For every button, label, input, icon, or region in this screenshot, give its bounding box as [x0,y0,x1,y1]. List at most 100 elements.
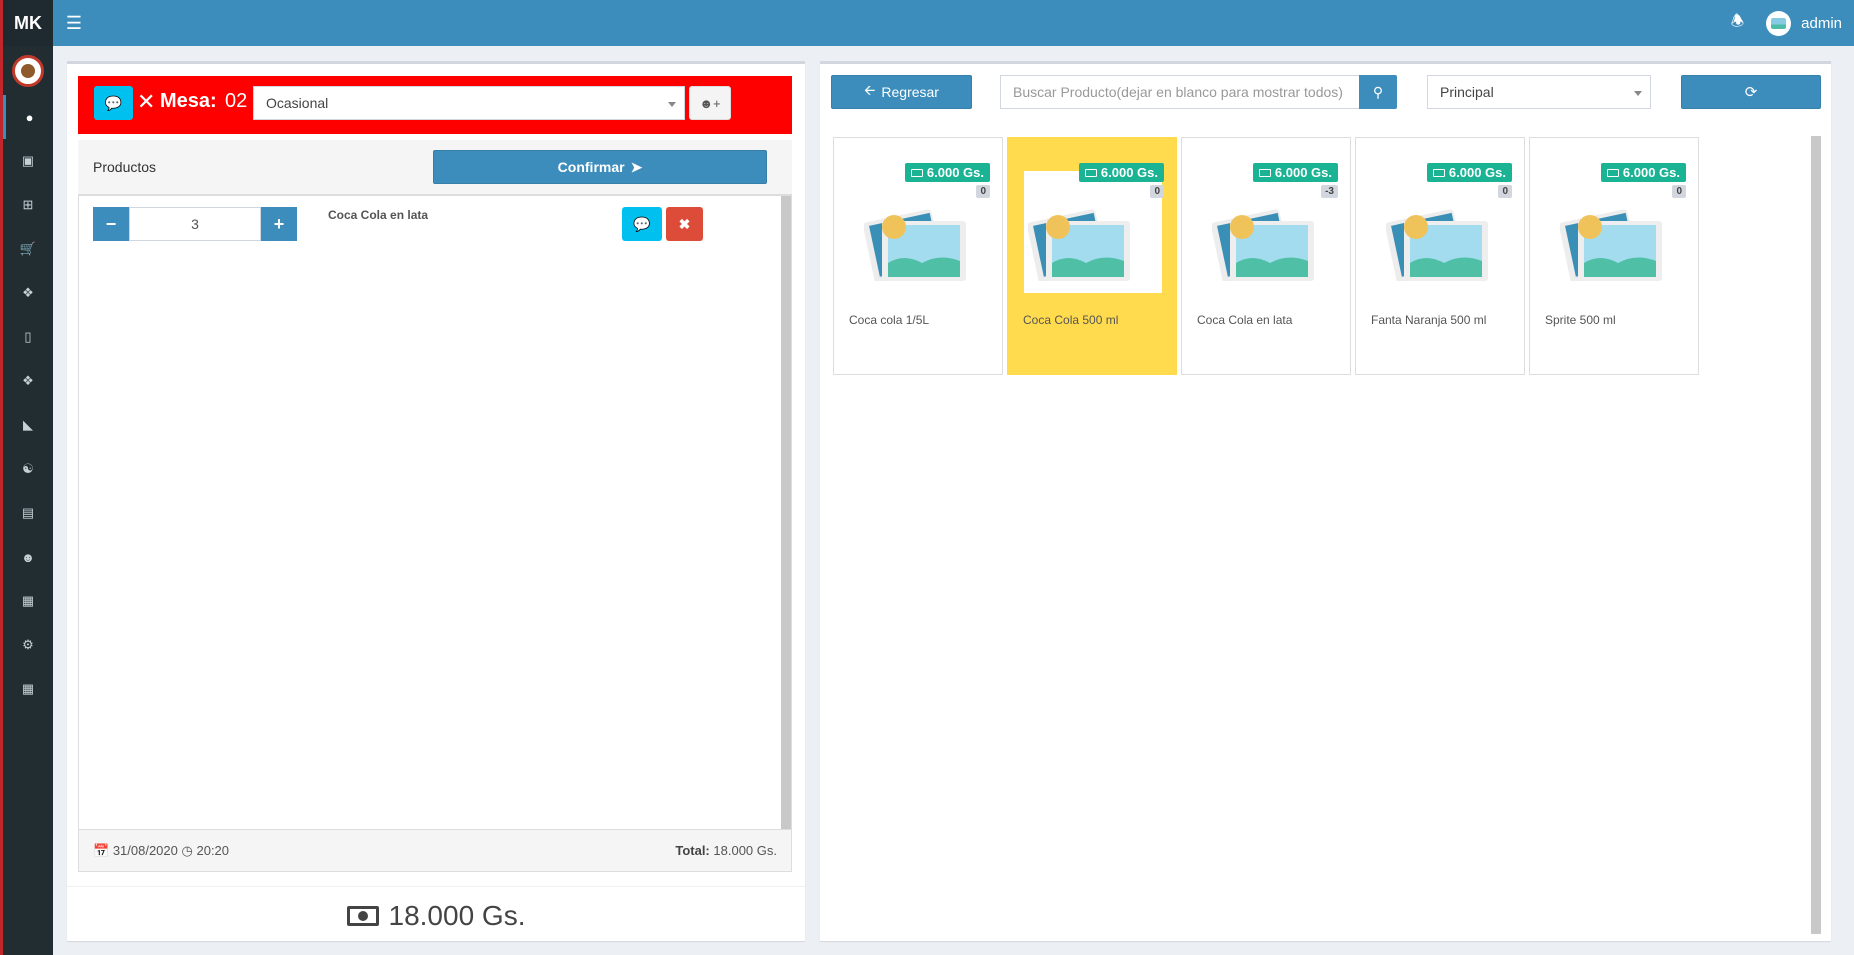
cogs-icon: ⚙ [22,637,34,652]
confirm-button[interactable]: Confirmar ➤ [433,150,767,184]
image-placeholder-icon [1386,209,1488,281]
sidebar-item-products[interactable]: ❖ [3,271,53,315]
sidebar-item-cash[interactable]: ▣ [3,139,53,183]
sidebar-item-company[interactable]: ▦ [3,579,53,623]
search-button[interactable]: ⚲ [1359,75,1397,109]
item-note-button[interactable]: 💬 [622,207,662,241]
category-select[interactable]: Principal [1427,75,1651,109]
bell-icon[interactable]: 🕭 [1731,11,1744,36]
back-button[interactable]: 🡨 Regresar [831,75,972,109]
calendar-icon: 📅 [93,843,110,858]
refresh-button[interactable]: ⟳ [1681,75,1821,109]
avatar [1766,10,1792,36]
image-placeholder-icon [1560,209,1662,281]
product-card[interactable]: 6.000 Gs. 0 Sprite 500 ml [1529,137,1699,375]
sidebar-item-stock[interactable]: ❖ [3,359,53,403]
chevron-down-icon [668,102,676,107]
product-name: Coca Cola en lata [1197,313,1293,327]
mesa-bar: 💬 ✕ Mesa: 02 Ocasional ☻+ [78,76,792,134]
stock-badge: -3 [1321,185,1338,198]
product-name: Sprite 500 ml [1545,313,1616,327]
sidebar-item-tables[interactable]: ▦ [3,667,53,711]
cart-icon: 🛒 [19,241,37,256]
product-card[interactable]: 6.000 Gs. 0 Coca cola 1/5L [833,137,1003,375]
image-placeholder-icon [1028,209,1130,281]
product-card-selected[interactable]: 6.000 Gs. 0 Coca Cola 500 ml [1007,137,1177,375]
money-icon [1258,168,1271,177]
product-price: 6.000 Gs. [1622,165,1680,180]
menu-toggle-icon[interactable]: ☰ [53,13,95,34]
sidebar: MK ● ▣ ⊞ 🛒 ❖ ▯ ❖ ◣ ☯ ▤ ☻ ▦ ⚙ ▦ [0,0,53,955]
remove-item-button[interactable]: ✖ [666,207,703,241]
order-datetime: 📅 31/08/2020 ◷ 20:20 [93,843,229,859]
product-price: 6.000 Gs. [1448,165,1506,180]
sidebar-item-settings[interactable]: ⚙ [3,623,53,667]
order-scrollbar[interactable] [781,196,791,829]
increase-quantity-button[interactable]: + [261,207,297,241]
stock-badge: 0 [1672,185,1686,198]
order-items-list: − 3 + Coca Cola en lata 💬 ✖ [78,196,792,829]
client-select[interactable]: Ocasional [253,86,685,120]
confirm-label: Confirmar [557,159,625,175]
sidebar-item-users[interactable]: ● [3,95,53,139]
user-menu[interactable]: admin [1766,10,1842,36]
comment-icon: 💬 [633,215,651,232]
quantity-input[interactable]: 3 [129,207,261,241]
mesa-number: 02 [225,90,248,112]
product-name: Fanta Naranja 500 ml [1371,313,1487,327]
search-icon: ⚲ [1372,83,1384,100]
users-icon: ☻ [21,549,35,565]
money-icon [910,168,923,177]
refresh-icon: ⟳ [1744,84,1758,101]
order-item-name: Coca Cola en lata [328,208,429,222]
cutlery-icon: ✕ [137,89,156,114]
comment-icon: 💬 [104,94,123,111]
chart-icon: ◣ [23,417,33,432]
male-icon: ☯ [22,461,34,476]
user-icon: ● [25,109,34,125]
order-comment-button[interactable]: 💬 [94,86,133,120]
total-label: Total: [675,843,710,858]
add-client-button[interactable]: ☻+ [689,86,731,120]
total-value: 18.000 Gs. [713,843,777,858]
chevron-down-icon [1634,91,1642,96]
products-header: Productos Confirmar ➤ [78,140,792,196]
sidebar-item-cart[interactable]: 🛒 [3,227,53,271]
price-tag: 6.000 Gs. [1426,163,1512,182]
building-icon: ▦ [21,593,35,608]
money-icon [1084,168,1097,177]
order-total: Total: 18.000 Gs. [675,843,777,858]
product-search-input[interactable] [1000,75,1362,109]
money-icon: ▣ [21,153,35,168]
product-card[interactable]: 6.000 Gs. 0 Fanta Naranja 500 ml [1355,137,1525,375]
clock-icon: ◷ [181,843,193,858]
sidebar-item-archive[interactable]: ▤ [3,491,53,535]
brand-logo[interactable]: MK [3,0,53,46]
stock-badge: 0 [1150,185,1164,198]
sidebar-item-clients[interactable]: ☻ [3,535,53,579]
category-select-value: Principal [1440,84,1494,100]
user-plus-icon: ☻+ [699,95,721,111]
decrease-quantity-button[interactable]: − [93,207,129,241]
order-footer: 📅 31/08/2020 ◷ 20:20 Total: 18.000 Gs. [78,829,792,872]
products-title: Productos [93,159,157,175]
image-placeholder-icon [1212,209,1314,281]
money-icon [1432,168,1445,177]
product-name: Coca Cola 500 ml [1023,313,1119,327]
product-card[interactable]: 6.000 Gs. -3 Coca Cola en lata [1181,137,1351,375]
quantity-stepper: − 3 + [93,207,297,241]
catalog-scrollbar[interactable] [1811,136,1821,934]
cubes-alt-icon: ❖ [22,373,34,388]
product-name: Coca cola 1/5L [849,313,930,327]
price-tag: 6.000 Gs. [1600,163,1686,182]
sidebar-item-add[interactable]: ⊞ [3,183,53,227]
company-logo [12,55,44,87]
sidebar-item-barcode[interactable]: ▯ [3,315,53,359]
product-price: 6.000 Gs. [1100,165,1158,180]
back-label: Regresar [881,84,939,100]
order-panel: 💬 ✕ Mesa: 02 Ocasional ☻+ Productos Conf… [67,61,805,941]
user-name: admin [1801,14,1842,32]
top-navbar: ☰ 🕭 admin [53,0,1854,46]
sidebar-item-reports[interactable]: ◣ [3,403,53,447]
sidebar-item-staff[interactable]: ☯ [3,447,53,491]
